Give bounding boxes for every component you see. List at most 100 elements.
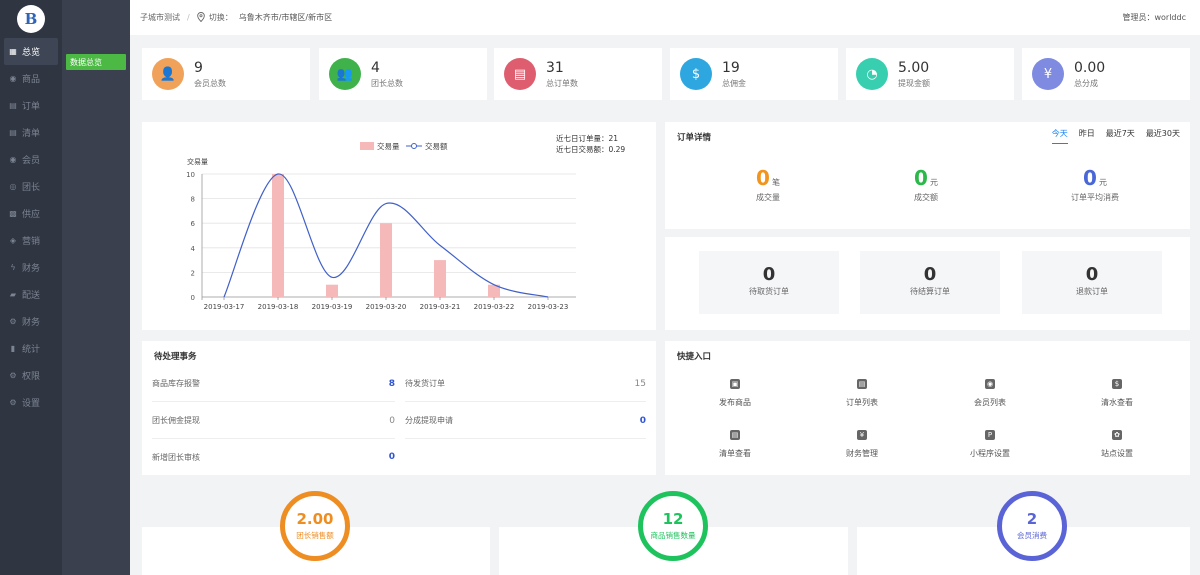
sidebar-item-label: 配送 — [22, 291, 41, 301]
checklist-icon: ▤ — [730, 430, 740, 440]
quick-entry-3[interactable]: $ 清水查看 — [1057, 379, 1177, 408]
stat-text: 4 团长总数 — [371, 60, 403, 89]
shield-yen-icon: ¥ — [1032, 58, 1064, 90]
sidebar-item-5[interactable]: ◎ 团长 — [0, 173, 62, 200]
pending-order-2[interactable]: 0 退款订单 — [1022, 251, 1162, 314]
todo-item-0[interactable]: 商品库存报警 8 — [152, 366, 395, 402]
quick-entry-4[interactable]: ▤ 清单查看 — [675, 430, 795, 459]
todo-item-1[interactable]: 待发货订单 15 — [405, 366, 646, 402]
group-icon: ◎ — [9, 182, 17, 191]
todo-label: 待发货订单 — [405, 379, 445, 388]
sidebar-item-label: 权限 — [22, 372, 41, 382]
stat-value: 5.00 — [898, 59, 930, 76]
order-metric-value: 0 — [1083, 166, 1097, 190]
quick-entry-label: 财务管理 — [846, 449, 878, 458]
sidebar-item-9[interactable]: ▰ 配送 — [0, 281, 62, 308]
sidebar-item-13[interactable]: ⚙ 设置 — [0, 389, 62, 416]
legend-line-marker — [411, 143, 417, 149]
sidebar-item-1[interactable]: ◉ 商品 — [0, 65, 62, 92]
x-tick-label: 2019-03-23 — [528, 303, 569, 311]
stat-card-1[interactable]: 👥 4 团长总数 — [319, 48, 487, 100]
order-metric-label: 成交额 — [914, 193, 938, 202]
stat-text: 0.00 总分成 — [1074, 60, 1105, 89]
switch-label: 切换： — [208, 13, 233, 22]
order-icon: ▤ — [504, 58, 536, 90]
sidebar-item-8[interactable]: ϟ 财务 — [0, 254, 62, 281]
sidebar-item-7[interactable]: ◈ 营销 — [0, 227, 62, 254]
logo-mark: B — [17, 5, 45, 33]
pending-order-0[interactable]: 0 待取货订单 — [699, 251, 839, 314]
order-detail-title: 订单详情 — [677, 133, 712, 143]
site-settings-icon: ✿ — [1112, 430, 1122, 440]
stat-card-2[interactable]: ▤ 31 总订单数 — [494, 48, 662, 100]
order-metric-label: 成交量 — [756, 193, 780, 202]
miniapp-icon: P — [985, 430, 995, 440]
stat-card-4[interactable]: ◔ 5.00 提现金额 — [846, 48, 1014, 100]
todo-count: 15 — [634, 378, 646, 389]
logo[interactable]: B — [0, 0, 62, 38]
stat-text: 19 总佣金 — [722, 60, 746, 89]
legend-bar-label[interactable]: 交易量 — [377, 141, 400, 151]
summary-ring-2[interactable]: 2 会员消费 — [997, 491, 1067, 561]
chart-summary-1: 近七日交易额：0.29 — [556, 144, 625, 154]
megaphone-icon: ◈ — [9, 236, 17, 245]
sidebar-item-2[interactable]: ▤ 订单 — [0, 92, 62, 119]
order-metric-unit: 笔 — [771, 178, 780, 187]
sidebar-item-10[interactable]: ⚙ 财务 — [0, 308, 62, 335]
member-list-icon: ◉ — [985, 379, 995, 389]
stat-label: 总分成 — [1074, 78, 1098, 88]
order-tab-0[interactable]: 今天 — [1051, 128, 1068, 144]
stat-label: 会员总数 — [194, 78, 226, 88]
order-metric-value: 0 — [914, 166, 928, 190]
bar-2019-03-18[interactable] — [272, 174, 284, 297]
order-tab-2[interactable]: 最近7天 — [1106, 128, 1135, 144]
sidebar-item-0[interactable]: ▦ 总览 — [4, 38, 58, 65]
legend-line-label[interactable]: 交易额 — [425, 141, 448, 151]
quick-entry-5[interactable]: ¥ 财务管理 — [802, 430, 922, 459]
publish-icon: ▣ — [730, 379, 740, 389]
pending-order-1[interactable]: 0 待结算订单 — [860, 251, 1000, 314]
admin-name[interactable]: worlddc — [1154, 13, 1186, 22]
sidebar-item-label: 供应 — [22, 210, 41, 220]
todo-count: 0 — [639, 415, 646, 426]
location-switcher[interactable]: 乌鲁木齐市/市辖区/新市区 — [239, 12, 332, 23]
quick-entry-6[interactable]: P 小程序设置 — [930, 430, 1050, 459]
summary-ring-0[interactable]: 2.00 团长销售额 — [280, 491, 350, 561]
quick-entry-7[interactable]: ✿ 站点设置 — [1057, 430, 1177, 459]
sidebar-item-11[interactable]: ▮ 统计 — [0, 335, 62, 362]
legend-bar-swatch — [360, 142, 374, 150]
quick-entry-0[interactable]: ▣ 发布商品 — [675, 379, 795, 408]
sidebar-item-12[interactable]: ⚙ 权限 — [0, 362, 62, 389]
bar-2019-03-19[interactable] — [326, 284, 338, 297]
sidebar-item-4[interactable]: ◉ 会员 — [0, 146, 62, 173]
stat-text: 9 会员总数 — [194, 60, 226, 89]
order-metric-unit: 元 — [929, 178, 938, 187]
order-metric-unit: 元 — [1098, 178, 1107, 187]
quick-entry-2[interactable]: ◉ 会员列表 — [930, 379, 1050, 408]
bar-2019-03-20[interactable] — [380, 223, 392, 297]
order-metric-2: 0 元订单平均消费 — [1010, 166, 1180, 203]
stat-card-3[interactable]: $19 总佣金 — [670, 48, 838, 100]
pending-orders-card: 0 待取货订单 0 待结算订单 0 退款订单 — [665, 237, 1190, 330]
summary-ring-1[interactable]: 12 商品销售数量 — [638, 491, 708, 561]
sidebar-item-6[interactable]: ▩ 供应 — [0, 200, 62, 227]
stat-card-0[interactable]: 👤 9 会员总数 — [142, 48, 310, 100]
todo-label: 新增团长审核 — [152, 452, 200, 462]
todo-item-3[interactable]: 分成提现申请 0 — [405, 403, 646, 439]
chart-summary-0: 近七日订单量：21 — [556, 133, 618, 143]
todo-title: 待处理事务 — [154, 352, 197, 362]
quick-entry-1[interactable]: ▤ 订单列表 — [802, 379, 922, 408]
stat-card-5[interactable]: ¥0.00 总分成 — [1022, 48, 1190, 100]
bar-2019-03-21[interactable] — [434, 260, 446, 297]
quick-entry-label: 订单列表 — [846, 398, 878, 407]
todo-item-2[interactable]: 团长佣金提现 0 — [152, 403, 395, 439]
order-tab-1[interactable]: 昨日 — [1079, 128, 1095, 144]
order-tab-3[interactable]: 最近30天 — [1146, 128, 1180, 144]
y-axis-label: 交易量 — [187, 157, 208, 166]
sidebar-item-3[interactable]: ▤ 清单 — [0, 119, 62, 146]
stat-value: 4 — [371, 59, 380, 76]
subnav-data-overview[interactable]: 数据总览 — [66, 54, 126, 70]
breadcrumb-city[interactable]: 子城市测试 — [140, 12, 180, 23]
todo-item-4[interactable]: 新增团长审核 0 — [152, 439, 395, 475]
y-tick-label: 0 — [191, 294, 195, 302]
